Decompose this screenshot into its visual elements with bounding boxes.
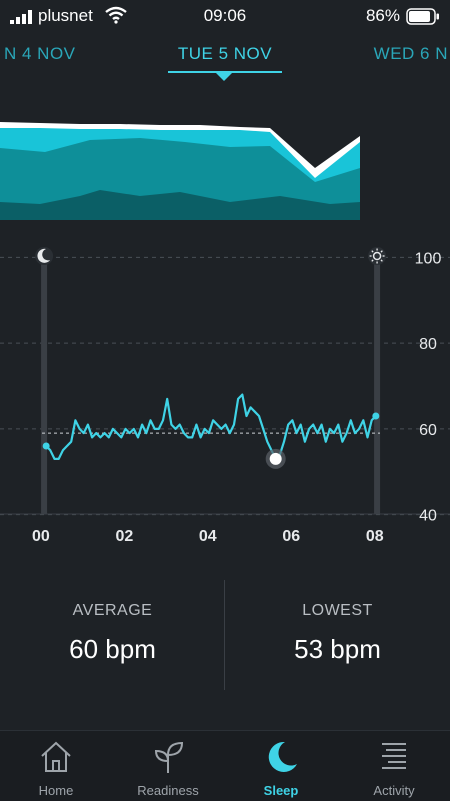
bottom-navigation: Home Readiness Sleep Activity <box>0 730 450 801</box>
y-tick-label: 80 <box>419 336 437 353</box>
bedtime-marker-line <box>41 252 48 514</box>
grid-lines <box>0 256 450 516</box>
nav-activity[interactable]: Activity <box>338 731 450 801</box>
series-end-point <box>372 412 380 420</box>
activity-list-icon <box>382 743 406 769</box>
nav-activity-label: Activity <box>373 783 415 798</box>
nav-sleep[interactable]: Sleep <box>225 731 337 801</box>
moon-icon <box>268 741 297 772</box>
average-label: AVERAGE <box>72 602 153 619</box>
y-tick-label: 100 <box>415 250 442 267</box>
sleep-time-markers <box>35 247 387 514</box>
nav-readiness[interactable]: Readiness <box>112 731 224 801</box>
current-date-caret <box>216 73 232 81</box>
battery-icon <box>406 8 439 25</box>
lowest-value: 53 bpm <box>294 634 381 664</box>
x-tick-label: 08 <box>365 528 384 545</box>
nav-readiness-label: Readiness <box>137 783 199 798</box>
heart-rate-stats: AVERAGE 60 bpm LOWEST 53 bpm <box>0 580 450 690</box>
x-tick-label: 00 <box>32 528 50 545</box>
x-tick-label: 06 <box>282 528 301 545</box>
average-stat: AVERAGE 60 bpm <box>0 602 225 665</box>
lowest-marker-point <box>269 452 282 465</box>
heart-rate-chart: 40 60 80 100 <box>0 247 450 525</box>
x-tick-label: 04 <box>198 528 217 545</box>
y-tick-label: 60 <box>419 422 437 439</box>
battery-percentage: 86% <box>365 6 400 25</box>
y-tick-label: 40 <box>419 508 437 525</box>
status-bar: plusnet 09:06 86% <box>0 0 450 32</box>
home-icon <box>41 741 71 772</box>
average-value: 60 bpm <box>69 634 156 664</box>
nav-home[interactable]: Home <box>0 731 112 801</box>
lowest-label: LOWEST <box>302 602 373 619</box>
series-start-point <box>42 442 50 450</box>
heart-rate-series <box>42 393 380 469</box>
sleep-stages-chart <box>0 122 360 220</box>
x-tick-label: 02 <box>115 528 134 545</box>
heart-rate-line <box>45 393 377 460</box>
date-tab-next[interactable]: WED 6 N <box>374 44 448 64</box>
y-axis-labels: 40 60 80 100 <box>415 250 442 524</box>
nav-home-label: Home <box>38 783 74 798</box>
wake-time-marker-line <box>374 252 381 514</box>
nav-sleep-label: Sleep <box>263 783 299 798</box>
sprout-icon <box>154 741 184 773</box>
lowest-stat: LOWEST 53 bpm <box>225 602 450 665</box>
